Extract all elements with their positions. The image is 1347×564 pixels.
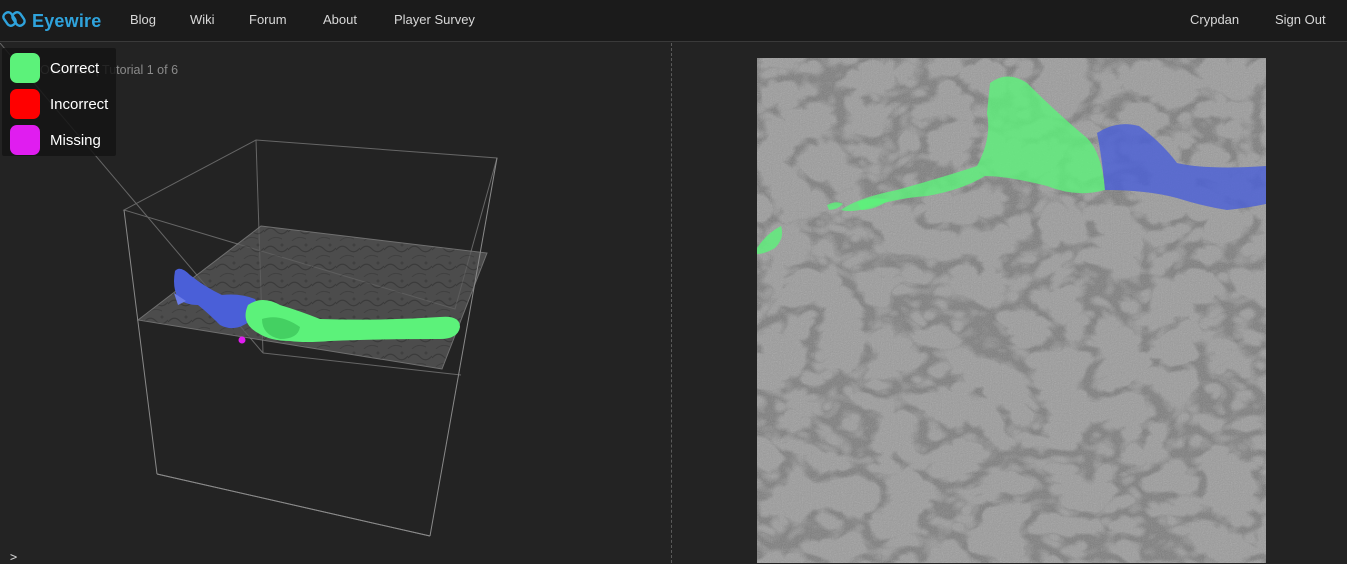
console-prompt[interactable]: > [10,550,17,564]
top-nav: Eyewire Blog Wiki Forum About Player Sur… [0,0,1347,42]
brand-name: Eyewire [32,10,102,31]
legend-label-incorrect: Incorrect [50,95,109,113]
legend-label-missing: Missing [50,131,101,149]
nav-wiki[interactable]: Wiki [190,12,215,27]
nav-about[interactable]: About [323,12,357,27]
legend-panel: Correct Incorrect Missing [2,48,116,156]
missing-marker [238,336,246,344]
nav-blog[interactable]: Blog [130,12,156,27]
user-menu[interactable]: Crypdan [1190,12,1239,27]
em-slice-view[interactable] [757,58,1266,563]
incorrect-swatch [10,89,40,119]
2d-view-pane[interactable] [672,43,1347,563]
eyewire-logo-icon [2,6,28,37]
sign-out-link[interactable]: Sign Out [1275,12,1326,27]
legend-item-incorrect: Incorrect [10,88,108,120]
missing-swatch [10,125,40,155]
legend-item-correct: Correct [10,52,99,84]
correct-swatch [10,53,40,83]
3d-view-pane[interactable]: Overview | Tutorial 1 of 6 [0,43,671,564]
eyewire-logo[interactable]: Eyewire [2,6,101,36]
legend-item-missing: Missing [10,124,101,156]
nav-forum[interactable]: Forum [249,12,287,27]
legend-label-correct: Correct [50,59,100,77]
nav-player-survey[interactable]: Player Survey [394,12,475,27]
